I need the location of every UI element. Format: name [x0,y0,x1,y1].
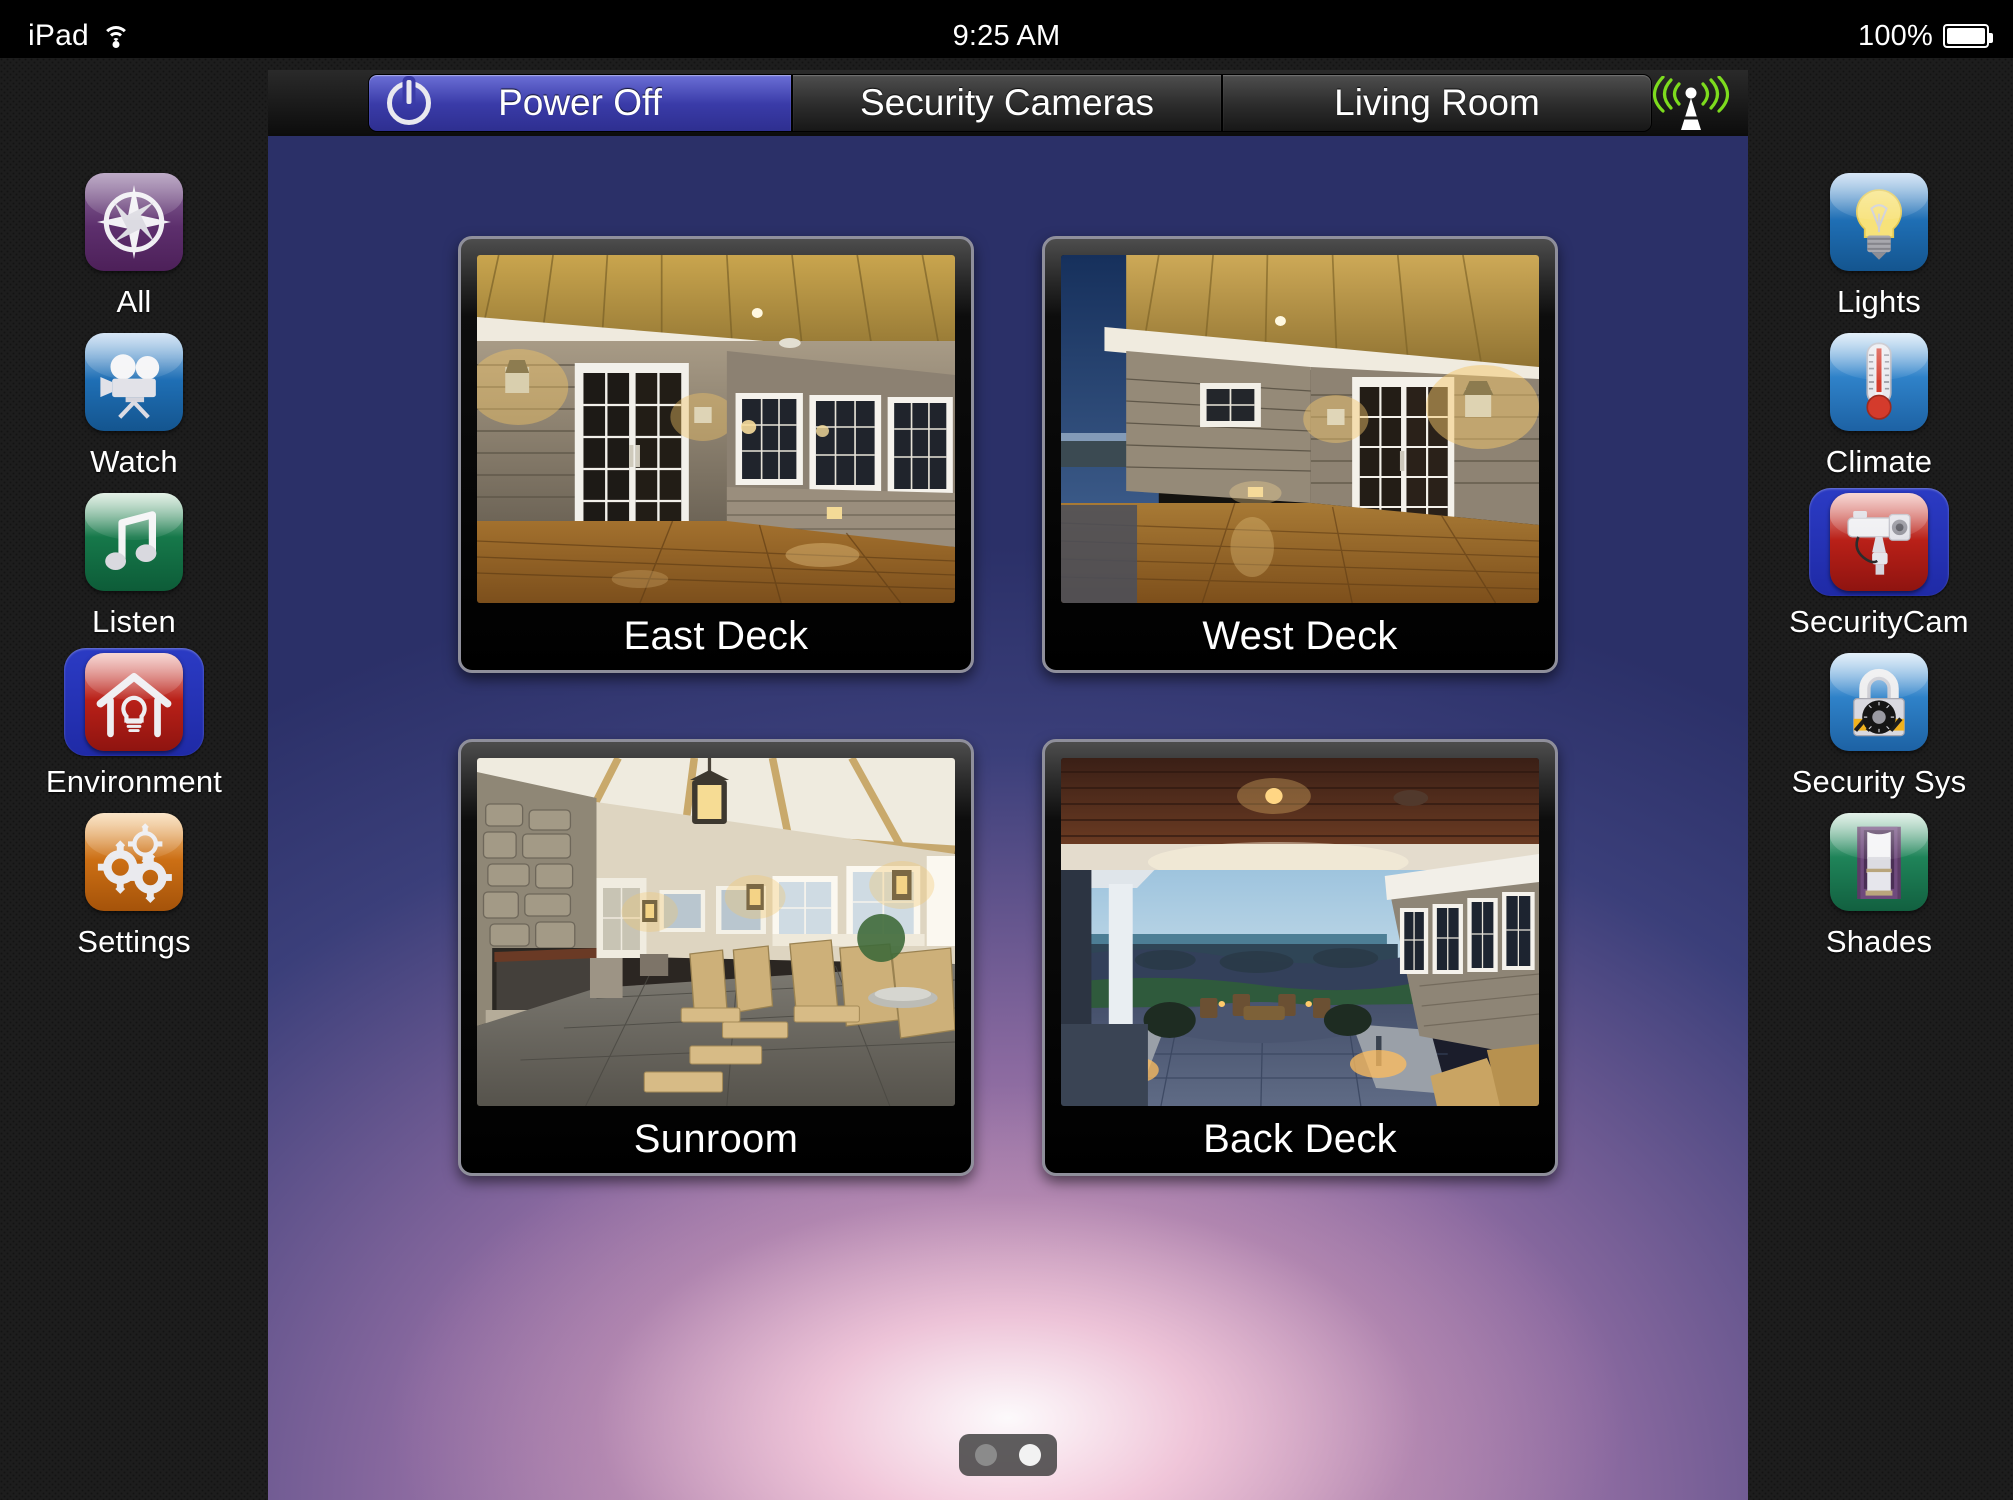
power-icon [387,81,431,125]
sidebar-item-watch[interactable]: Watch [0,328,268,488]
sidebar-item-climate[interactable]: Climate [1745,328,2013,488]
window-shade-icon [1830,813,1928,911]
icon-slot [1809,648,1949,756]
camera-label: East Deck [623,614,809,658]
security-cameras-label: Security Cameras [859,82,1155,123]
sidebar-item-label: Lights [1837,284,1921,319]
ios-status-bar: iPad 9:25 AM 100% [0,14,2013,58]
left-sidebar: All Watch Listen Environment Settings [0,168,268,968]
living-room-button[interactable]: Living Room [1222,74,1652,132]
cctv-camera-icon [1830,493,1928,591]
sidebar-item-label: Listen [92,604,176,639]
padlock-icon [1830,653,1928,751]
thermometer-icon [1830,333,1928,431]
living-room-label: Living Room [1334,82,1540,123]
camera-stage: East Deck West Deck Sunroom Back Deck [268,136,1748,1500]
music-note-icon [85,493,183,591]
sidebar-item-securitycam[interactable]: SecurityCam [1745,488,2013,648]
gears-icon [85,813,183,911]
movie-camera-icon [85,333,183,431]
antenna-signal-icon[interactable] [1652,75,1730,132]
icon-slot [1809,488,1949,596]
icon-slot [64,168,204,276]
power-off-button[interactable]: Power Off [368,74,792,132]
sidebar-item-label: Watch [90,444,178,479]
camera-tile-east-deck[interactable]: East Deck [458,236,974,673]
sidebar-item-label: Security Sys [1791,764,1967,799]
sidebar-item-label: Environment [45,764,223,799]
sidebar-item-label: Settings [77,924,191,959]
sidebar-item-label: Shades [1825,924,1933,959]
right-sidebar: Lights Climate SecurityCam Security Sys … [1745,168,2013,968]
camera-label: Back Deck [1203,1117,1397,1161]
sidebar-item-listen[interactable]: Listen [0,488,268,648]
camera-feed-image [477,255,955,603]
house-bulb-icon [85,653,183,751]
security-cameras-button[interactable]: Security Cameras [792,74,1222,132]
page-dot-2[interactable] [1019,1444,1041,1466]
battery-full-icon [1943,24,1993,48]
camera-feed-image [477,758,955,1106]
ipad-device-frame: iPad 9:25 AM 100% All Watch Listen Envir… [0,0,2013,1500]
sidebar-item-shades[interactable]: Shades [1745,808,2013,968]
camera-tile-back-deck[interactable]: Back Deck [1042,739,1558,1176]
power-off-label: Power Off [498,82,662,123]
page-indicator [959,1434,1057,1476]
camera-label: West Deck [1202,614,1398,658]
sidebar-item-all[interactable]: All [0,168,268,328]
sidebar-item-lights[interactable]: Lights [1745,168,2013,328]
icon-slot [1809,328,1949,436]
battery-percent-label: 100% [1858,19,1933,52]
sidebar-item-security-sys[interactable]: Security Sys [1745,648,2013,808]
icon-slot [64,808,204,916]
camera-feed-image [1061,758,1539,1106]
status-bar-clock: 9:25 AM [952,19,1061,52]
camera-grid: East Deck West Deck Sunroom Back Deck [268,136,1748,1176]
icon-slot [64,488,204,596]
status-bar-right: 100% [1858,19,1993,53]
sidebar-item-label: SecurityCam [1789,604,1969,639]
camera-label: Sunroom [633,1117,799,1161]
lightbulb-icon [1830,173,1928,271]
app-root: All Watch Listen Environment Settings Li… [0,58,2013,1500]
camera-feed-image [1061,255,1539,603]
icon-slot [1809,808,1949,916]
sidebar-item-settings[interactable]: Settings [0,808,268,968]
icon-slot [1809,168,1949,276]
page-dot-1[interactable] [975,1444,997,1466]
icon-slot [64,328,204,436]
sidebar-item-label: All [116,284,152,319]
icon-slot [64,648,204,756]
sidebar-item-label: Climate [1825,444,1933,479]
compass-rose-icon [85,173,183,271]
top-toolbar: Power Off Security Cameras Living Room [268,70,1748,136]
camera-tile-west-deck[interactable]: West Deck [1042,236,1558,673]
sidebar-item-environment[interactable]: Environment [0,648,268,808]
camera-tile-sunroom[interactable]: Sunroom [458,739,974,1176]
